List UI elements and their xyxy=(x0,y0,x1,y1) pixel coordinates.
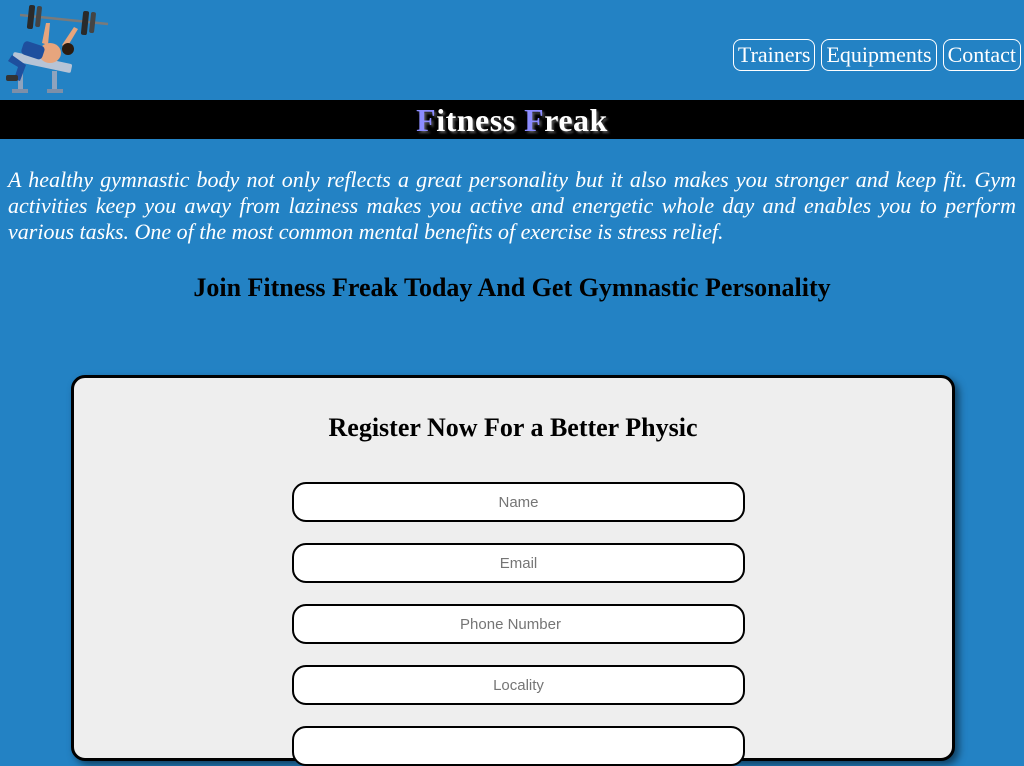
name-input[interactable] xyxy=(292,482,745,522)
navbar: Trainers Equipments Contact xyxy=(0,0,1024,100)
nav-links: Trainers Equipments Contact xyxy=(732,39,1021,71)
tagline-heading: Join Fitness Freak Today And Get Gymnast… xyxy=(193,273,831,302)
title-word-2-rest: reak xyxy=(544,102,608,138)
weightlifter-bench-press-icon[interactable] xyxy=(2,3,112,95)
locality-input[interactable] xyxy=(292,665,745,705)
site-title: Fitness Freak xyxy=(416,102,608,138)
title-bar: Fitness Freak xyxy=(0,100,1024,139)
nav-contact-link[interactable]: Contact xyxy=(942,39,1021,71)
phone-number-input[interactable] xyxy=(292,604,745,644)
email-input[interactable] xyxy=(292,543,745,583)
registration-card: Register Now For a Better Physic xyxy=(71,375,955,766)
nav-equipments-link[interactable]: Equipments xyxy=(821,39,937,71)
title-accent-letter-2: F xyxy=(524,102,545,138)
fifth-input[interactable] xyxy=(292,726,745,766)
intro-paragraph: A healthy gymnastic body not only reflec… xyxy=(8,167,1016,244)
registration-title: Register Now For a Better Physic xyxy=(328,413,698,442)
title-accent-letter-1: F xyxy=(416,102,437,138)
title-word-1-rest: itness xyxy=(436,102,516,138)
nav-trainers-link[interactable]: Trainers xyxy=(732,39,816,71)
